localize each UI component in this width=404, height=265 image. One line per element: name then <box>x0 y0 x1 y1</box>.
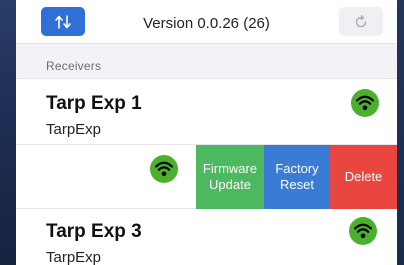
receiver-type: TarpExp <box>46 121 102 138</box>
refresh-icon <box>355 14 367 27</box>
delete-button[interactable]: Delete <box>330 145 397 209</box>
top-bar: Version 0.0.26 (26) <box>16 0 397 44</box>
receiver-row-swiped[interactable]: Firmware Update Factory Reset Delete <box>16 144 397 209</box>
wifi-signal-icon <box>351 89 379 117</box>
wifi-signal-icon <box>349 217 377 245</box>
receiver-name: Tarp Exp 3 <box>46 221 142 242</box>
receiver-row[interactable]: Tarp Exp 1 TarpExp <box>16 78 397 144</box>
receivers-sheet: Version 0.0.26 (26) Receivers Tarp Exp 1… <box>16 0 397 265</box>
receiver-name: Tarp Exp 1 <box>46 93 142 114</box>
wifi-signal-icon <box>150 155 178 183</box>
refresh-button[interactable] <box>339 7 383 36</box>
receiver-type: TarpExp <box>46 249 102 265</box>
receiver-row[interactable]: Tarp Exp 3 TarpExp <box>16 209 397 265</box>
section-header-receivers: Receivers <box>46 59 102 73</box>
firmware-update-button[interactable]: Firmware Update <box>196 145 264 209</box>
factory-reset-button[interactable]: Factory Reset <box>264 145 330 209</box>
